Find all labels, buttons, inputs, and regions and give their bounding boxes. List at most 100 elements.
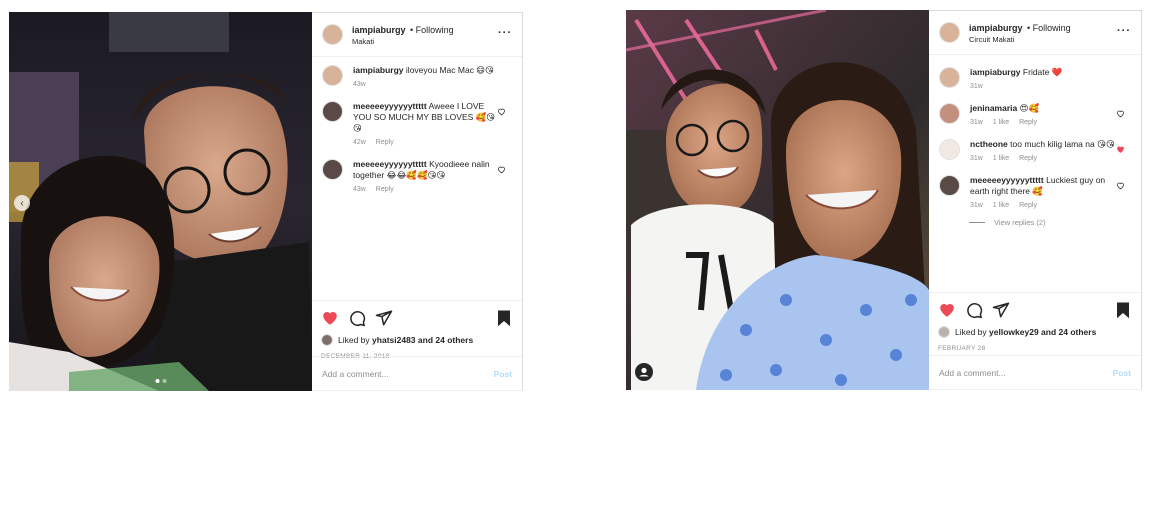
view-replies-label: View replies (2) bbox=[994, 218, 1046, 227]
view-replies-button[interactable]: View replies (2) bbox=[969, 218, 1131, 227]
avatar[interactable] bbox=[939, 103, 960, 124]
previous-photo-button[interactable]: ‹ bbox=[14, 195, 30, 211]
comment-username[interactable]: meeeeeyyyyyyttttt bbox=[353, 101, 427, 111]
more-icon: ··· bbox=[498, 27, 512, 39]
post-photo[interactable]: ‹ bbox=[9, 12, 312, 391]
reply-button[interactable]: Reply bbox=[1019, 155, 1037, 162]
selfie-photo-image bbox=[626, 10, 929, 390]
comment-likes[interactable]: 1 like bbox=[993, 119, 1009, 126]
header-username[interactable]: iampiaburgy bbox=[352, 25, 406, 35]
location-link[interactable]: Circuit Makati bbox=[969, 34, 1071, 45]
carousel-dot bbox=[155, 379, 159, 383]
divider bbox=[969, 222, 985, 223]
comment-username[interactable]: nctheone bbox=[970, 139, 1008, 149]
avatar[interactable] bbox=[939, 175, 960, 196]
comment-username[interactable]: iampiaburgy bbox=[353, 65, 404, 75]
post-comment-button[interactable]: Post bbox=[494, 369, 512, 379]
comment-time[interactable]: 42w bbox=[353, 139, 366, 146]
comment-time[interactable]: 31w bbox=[970, 83, 983, 90]
avatar[interactable] bbox=[939, 139, 960, 160]
bookmark-icon[interactable] bbox=[495, 309, 513, 327]
avatar[interactable] bbox=[322, 65, 343, 86]
caption: iampiaburgy Fridate ❤️ 31w bbox=[939, 67, 1131, 91]
heart-outline-icon[interactable] bbox=[497, 165, 506, 174]
comment-username[interactable]: jeninamaria bbox=[970, 103, 1017, 113]
avatar[interactable] bbox=[939, 67, 960, 88]
comment-input[interactable]: Add a comment... bbox=[939, 368, 1006, 378]
avatar[interactable] bbox=[939, 22, 960, 43]
more-options-button[interactable]: ··· bbox=[498, 27, 512, 39]
user-tag-button[interactable] bbox=[635, 363, 653, 381]
bookmark-icon[interactable] bbox=[1114, 301, 1132, 319]
comment-time[interactable]: 31w bbox=[970, 155, 983, 162]
comment-icon[interactable] bbox=[965, 301, 983, 319]
chevron-left-icon: ‹ bbox=[20, 197, 24, 209]
selfie-photo-image bbox=[9, 12, 312, 391]
header-username[interactable]: iampiaburgy bbox=[969, 23, 1023, 33]
post-card-1: ‹ iampiaburgy • Following Makati ··· iam bbox=[9, 12, 523, 391]
heart-filled-icon[interactable] bbox=[1116, 145, 1125, 154]
more-icon: ··· bbox=[1117, 25, 1131, 37]
liked-by: Liked by yellowkey29 and 24 others bbox=[938, 326, 1132, 338]
list-item: meeeeeyyyyyyttttt Kyoodieee nalin togeth… bbox=[322, 159, 512, 194]
reply-button[interactable]: Reply bbox=[1019, 119, 1037, 126]
comment-likes[interactable]: 1 like bbox=[993, 155, 1009, 162]
heart-outline-icon[interactable] bbox=[1116, 181, 1125, 190]
comment-username[interactable]: iampiaburgy bbox=[970, 67, 1021, 77]
avatar[interactable] bbox=[322, 24, 343, 45]
post-actions: Liked by yellowkey29 and 24 others FEBRU… bbox=[929, 292, 1141, 352]
liked-by-prefix: Liked by bbox=[338, 335, 370, 345]
liked-by-others[interactable]: and 24 others bbox=[1041, 327, 1096, 337]
reply-button[interactable]: Reply bbox=[1019, 202, 1037, 209]
comment-text: 😍🥰 bbox=[1019, 103, 1040, 113]
liked-by-user[interactable]: yellowkey29 bbox=[989, 327, 1039, 337]
comment-icon[interactable] bbox=[348, 309, 366, 327]
post-actions: Liked by yhatsi2483 and 24 others DECEMB… bbox=[312, 300, 522, 360]
comment-likes[interactable]: 1 like bbox=[993, 202, 1009, 209]
following-label[interactable]: • Following bbox=[1027, 23, 1071, 33]
share-icon[interactable] bbox=[375, 309, 393, 327]
carousel-dots bbox=[155, 379, 166, 383]
add-comment-bar: Add a comment... Post bbox=[929, 355, 1141, 389]
comments-list: iampiaburgy Fridate ❤️ 31w jeninamaria 😍… bbox=[929, 55, 1141, 227]
post-header: iampiaburgy • Following Makati ··· bbox=[312, 13, 522, 57]
comment-username[interactable]: meeeeeyyyyyyttttt bbox=[970, 175, 1044, 185]
comment-text: iloveyou Mac Mac 😄😘 bbox=[405, 65, 495, 75]
comments-list: iampiaburgy iloveyou Mac Mac 😄😘 43w meee… bbox=[312, 57, 522, 194]
post-date[interactable]: FEBRUARY 28 bbox=[938, 345, 1132, 352]
liked-by: Liked by yhatsi2483 and 24 others bbox=[321, 334, 513, 346]
liked-by-others[interactable]: and 24 others bbox=[418, 335, 473, 345]
heart-outline-icon[interactable] bbox=[1116, 109, 1125, 118]
comment-text: too much kilig lama na 😘😘 bbox=[1010, 139, 1115, 149]
avatar[interactable] bbox=[322, 159, 343, 180]
liked-by-user[interactable]: yhatsi2483 bbox=[372, 335, 415, 345]
avatar[interactable] bbox=[321, 334, 333, 346]
avatar[interactable] bbox=[322, 101, 343, 122]
post-side-panel: iampiaburgy • Following Circuit Makati ·… bbox=[929, 10, 1142, 390]
comment-time[interactable]: 31w bbox=[970, 119, 983, 126]
share-icon[interactable] bbox=[992, 301, 1010, 319]
list-item: nctheone too much kilig lama na 😘😘 31w 1… bbox=[939, 139, 1131, 163]
post-photo[interactable] bbox=[626, 10, 929, 390]
heart-filled-icon[interactable] bbox=[938, 301, 956, 319]
location-link[interactable]: Makati bbox=[352, 36, 454, 47]
comment-username[interactable]: meeeeeyyyyyyttttt bbox=[353, 159, 427, 169]
heart-outline-icon[interactable] bbox=[497, 107, 506, 116]
avatar[interactable] bbox=[938, 326, 950, 338]
reply-button[interactable]: Reply bbox=[376, 186, 394, 193]
more-options-button[interactable]: ··· bbox=[1117, 25, 1131, 37]
comment-input[interactable]: Add a comment... bbox=[322, 369, 389, 379]
comment-text: Fridate ❤️ bbox=[1022, 67, 1063, 77]
list-item: meeeeeyyyyyyttttt Luckiest guy on earth … bbox=[939, 175, 1131, 210]
comment-time[interactable]: 43w bbox=[353, 81, 366, 88]
add-comment-bar: Add a comment... Post bbox=[312, 356, 522, 390]
post-comment-button[interactable]: Post bbox=[1113, 368, 1131, 378]
comment-time[interactable]: 31w bbox=[970, 202, 983, 209]
reply-button[interactable]: Reply bbox=[376, 139, 394, 146]
following-label[interactable]: • Following bbox=[410, 25, 454, 35]
heart-filled-icon[interactable] bbox=[321, 309, 339, 327]
post-card-2: iampiaburgy • Following Circuit Makati ·… bbox=[626, 10, 1142, 390]
list-item: jeninamaria 😍🥰 31w 1 like Reply bbox=[939, 103, 1131, 127]
comment-time[interactable]: 43w bbox=[353, 186, 366, 193]
post-header: iampiaburgy • Following Circuit Makati ·… bbox=[929, 11, 1141, 55]
